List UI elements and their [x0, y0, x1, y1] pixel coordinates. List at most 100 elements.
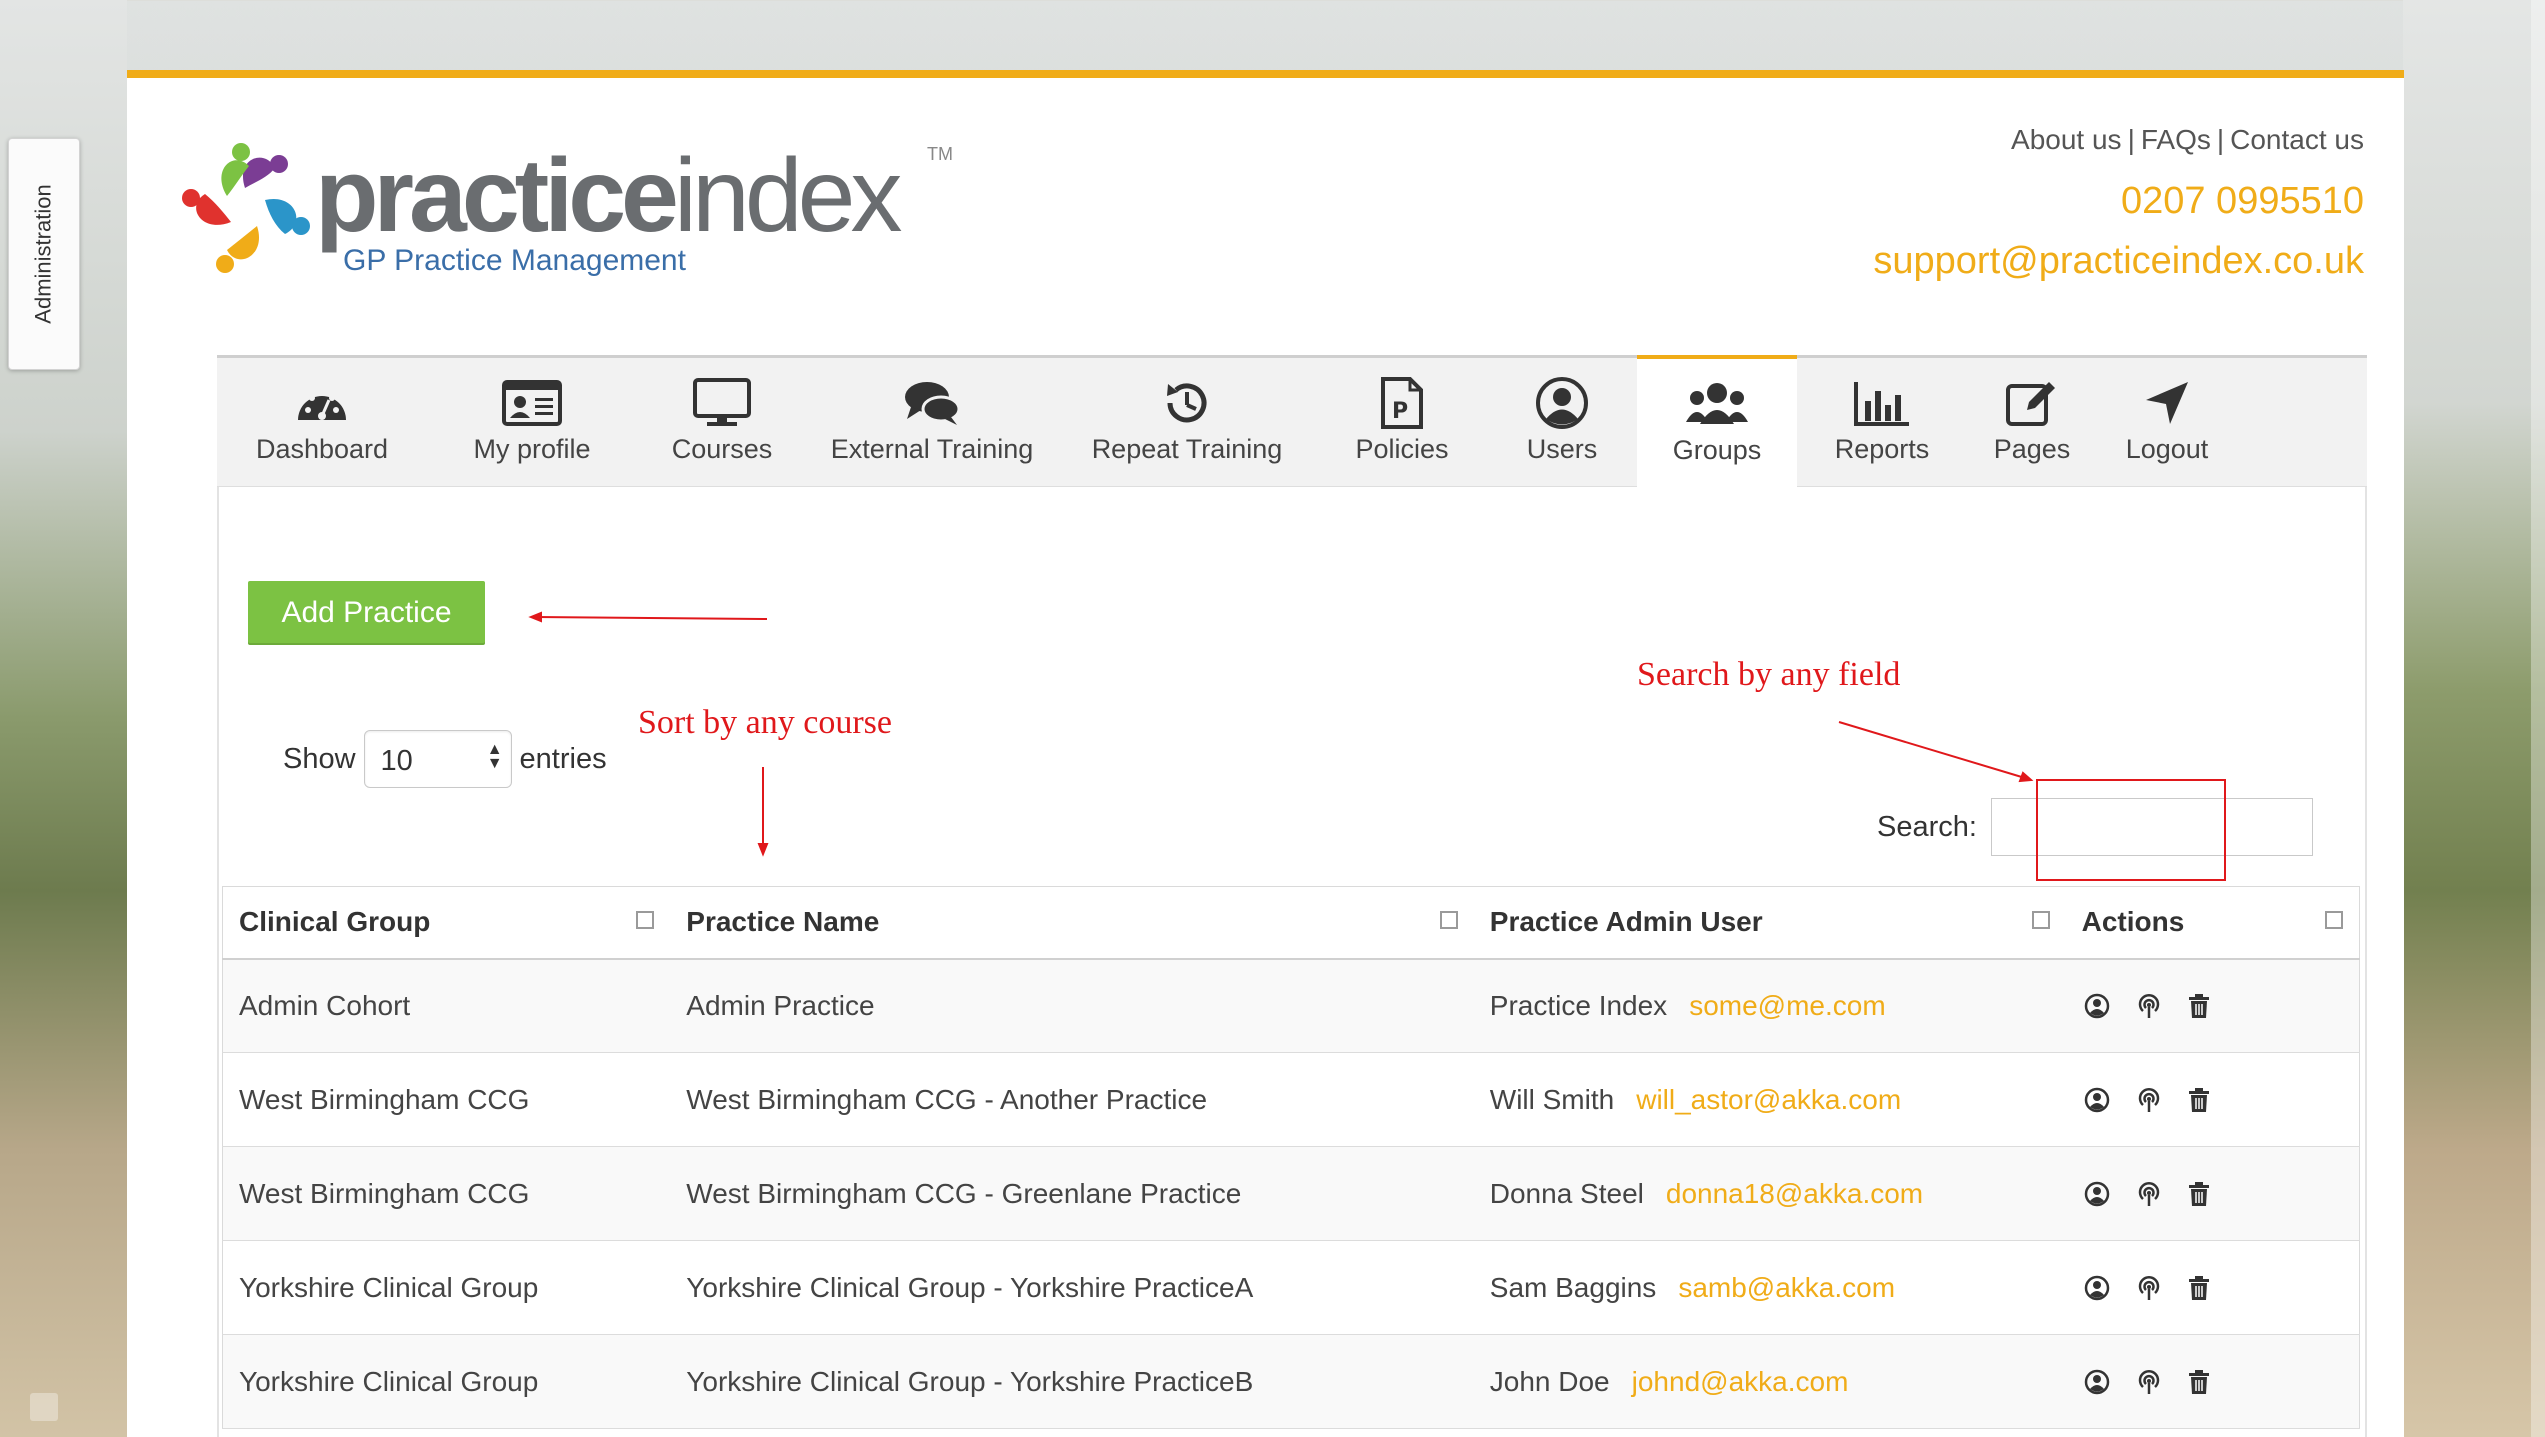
- nav-label: Pages: [1993, 434, 2071, 464]
- faqs-link[interactable]: FAQs: [2141, 124, 2211, 155]
- sort-icon[interactable]: [636, 911, 655, 929]
- practices-table: Clinical Group Practice Name Practice Ad…: [222, 886, 2360, 1429]
- cell-admin-user: Will Smith will_astor@akka.com: [1473, 1052, 2066, 1147]
- cell-admin-user: Donna Steel donna18@akka.com: [1473, 1146, 2066, 1241]
- contact-us-link[interactable]: Contact us: [2230, 124, 2364, 155]
- cell-admin-user: Sam Baggins samb@akka.com: [1473, 1240, 2066, 1335]
- search-input[interactable]: [1990, 798, 2313, 856]
- nav-label: Groups: [1672, 435, 1762, 465]
- nav-policies[interactable]: P Policies: [1317, 358, 1487, 487]
- view-user-icon[interactable]: [2084, 1181, 2110, 1207]
- nav-label: Repeat Training: [1091, 434, 1283, 464]
- edit-icon: [2006, 382, 2055, 426]
- column-header-actions[interactable]: Actions: [2065, 886, 2360, 960]
- cell-practice-name: Admin Practice: [670, 958, 1474, 1053]
- corner-widget[interactable]: [30, 1393, 58, 1421]
- admin-email-link[interactable]: samb@akka.com: [1678, 1272, 1895, 1303]
- column-header-practice-name[interactable]: Practice Name: [670, 886, 1474, 960]
- show-label: Show: [283, 742, 356, 775]
- monitor-icon: [693, 378, 751, 426]
- table-row: West Birmingham CCG West Birmingham CCG …: [222, 1052, 2360, 1147]
- nav-courses[interactable]: Courses: [637, 358, 807, 487]
- dashboard-icon: [298, 390, 346, 420]
- trash-icon[interactable]: [2188, 1275, 2210, 1301]
- about-us-link[interactable]: About us: [2011, 124, 2122, 155]
- cell-actions: [2065, 1240, 2360, 1335]
- scrollbar[interactable]: [2531, 0, 2545, 1437]
- cell-admin-user: Practice Index some@me.com: [1473, 958, 2066, 1053]
- admin-name: John Doe: [1489, 1365, 1610, 1397]
- column-header-clinical-group[interactable]: Clinical Group: [222, 886, 671, 960]
- view-user-icon[interactable]: [2084, 1369, 2110, 1395]
- broadcast-icon[interactable]: [2136, 993, 2162, 1019]
- sort-icon[interactable]: [2325, 911, 2343, 929]
- cell-admin-user: John Doe johnd@akka.com: [1473, 1334, 2066, 1429]
- nav-users[interactable]: Users: [1487, 358, 1637, 487]
- broadcast-icon[interactable]: [2136, 1181, 2162, 1207]
- logo-wordmark: practiceindex: [315, 138, 903, 254]
- nav-label: Logout: [2125, 434, 2209, 464]
- view-user-icon[interactable]: [2084, 993, 2110, 1019]
- svg-text:P: P: [1392, 399, 1408, 424]
- nav-label: Users: [1526, 434, 1598, 464]
- nav-pages[interactable]: Pages: [1967, 358, 2097, 487]
- logo-tagline: GP Practice Management: [343, 244, 686, 277]
- cell-actions: [2065, 1052, 2360, 1147]
- document-p-icon: P: [1381, 377, 1423, 429]
- cell-practice-name: West Birmingham CCG - Greenlane Practice: [670, 1146, 1474, 1241]
- sort-icon[interactable]: [2031, 911, 2050, 929]
- user-circle-icon: [1536, 377, 1588, 429]
- view-user-icon[interactable]: [2084, 1275, 2110, 1301]
- broadcast-icon[interactable]: [2136, 1369, 2162, 1395]
- trash-icon[interactable]: [2188, 1087, 2210, 1113]
- column-header-practice-admin-user[interactable]: Practice Admin User: [1473, 886, 2066, 960]
- cell-clinical-group: West Birmingham CCG: [222, 1146, 671, 1241]
- admin-email-link[interactable]: donna18@akka.com: [1666, 1178, 1923, 1209]
- table-row: Yorkshire Clinical Group Yorkshire Clini…: [222, 1240, 2360, 1335]
- cell-practice-name: Yorkshire Clinical Group - Yorkshire Pra…: [670, 1240, 1474, 1335]
- nav-label: External Training: [830, 434, 1034, 464]
- support-phone[interactable]: 0207 0995510: [2121, 180, 2364, 223]
- administration-tab[interactable]: Administration: [8, 138, 80, 370]
- sort-icon[interactable]: [1439, 911, 1458, 929]
- nav-logout[interactable]: Logout: [2097, 358, 2237, 487]
- main-navigation: Dashboard My profile Courses External Tr…: [217, 355, 2367, 487]
- cell-actions: [2065, 1146, 2360, 1241]
- cell-clinical-group: Admin Cohort: [222, 958, 671, 1053]
- nav-reports[interactable]: Reports: [1797, 358, 1967, 487]
- nav-my-profile[interactable]: My profile: [427, 358, 637, 487]
- nav-label: Policies: [1355, 434, 1449, 464]
- logo-mark-icon: [182, 143, 310, 273]
- admin-email-link[interactable]: some@me.com: [1689, 990, 1885, 1021]
- logo[interactable]: practiceindex TM GP Practice Management: [175, 138, 995, 278]
- location-arrow-icon: [2146, 382, 2188, 424]
- cell-actions: [2065, 1334, 2360, 1429]
- entries-select[interactable]: 10 ▲ ▼: [363, 730, 512, 788]
- add-practice-button[interactable]: Add Practice: [248, 581, 485, 645]
- admin-email-link[interactable]: johnd@akka.com: [1632, 1366, 1849, 1397]
- administration-tab-label: Administration: [31, 184, 57, 324]
- cell-clinical-group: West Birmingham CCG: [222, 1052, 671, 1147]
- admin-name: Sam Baggins: [1489, 1271, 1657, 1303]
- nav-groups[interactable]: Groups: [1637, 355, 1797, 487]
- cell-practice-name: West Birmingham CCG - Another Practice: [670, 1052, 1474, 1147]
- trash-icon[interactable]: [2188, 1369, 2210, 1395]
- admin-name: Donna Steel: [1489, 1177, 1644, 1209]
- nav-external-training[interactable]: External Training: [807, 358, 1057, 487]
- view-user-icon[interactable]: [2084, 1087, 2110, 1113]
- support-email[interactable]: support@practiceindex.co.uk: [1873, 240, 2364, 283]
- trash-icon[interactable]: [2188, 1181, 2210, 1207]
- nav-label: Dashboard: [255, 434, 389, 464]
- table-header-row: Clinical Group Practice Name Practice Ad…: [222, 886, 2360, 960]
- history-icon: [1167, 383, 1207, 423]
- nav-repeat-training[interactable]: Repeat Training: [1057, 358, 1317, 487]
- broadcast-icon[interactable]: [2136, 1275, 2162, 1301]
- trash-icon[interactable]: [2188, 993, 2210, 1019]
- nav-label: My profile: [473, 434, 591, 464]
- nav-dashboard[interactable]: Dashboard: [217, 358, 427, 487]
- header-links: About us | FAQs | Contact us: [2011, 124, 2364, 155]
- main-card: practiceindex TM GP Practice Management …: [127, 70, 2404, 1437]
- nav-label: Reports: [1834, 434, 1930, 464]
- broadcast-icon[interactable]: [2136, 1087, 2162, 1113]
- admin-email-link[interactable]: will_astor@akka.com: [1636, 1084, 1901, 1115]
